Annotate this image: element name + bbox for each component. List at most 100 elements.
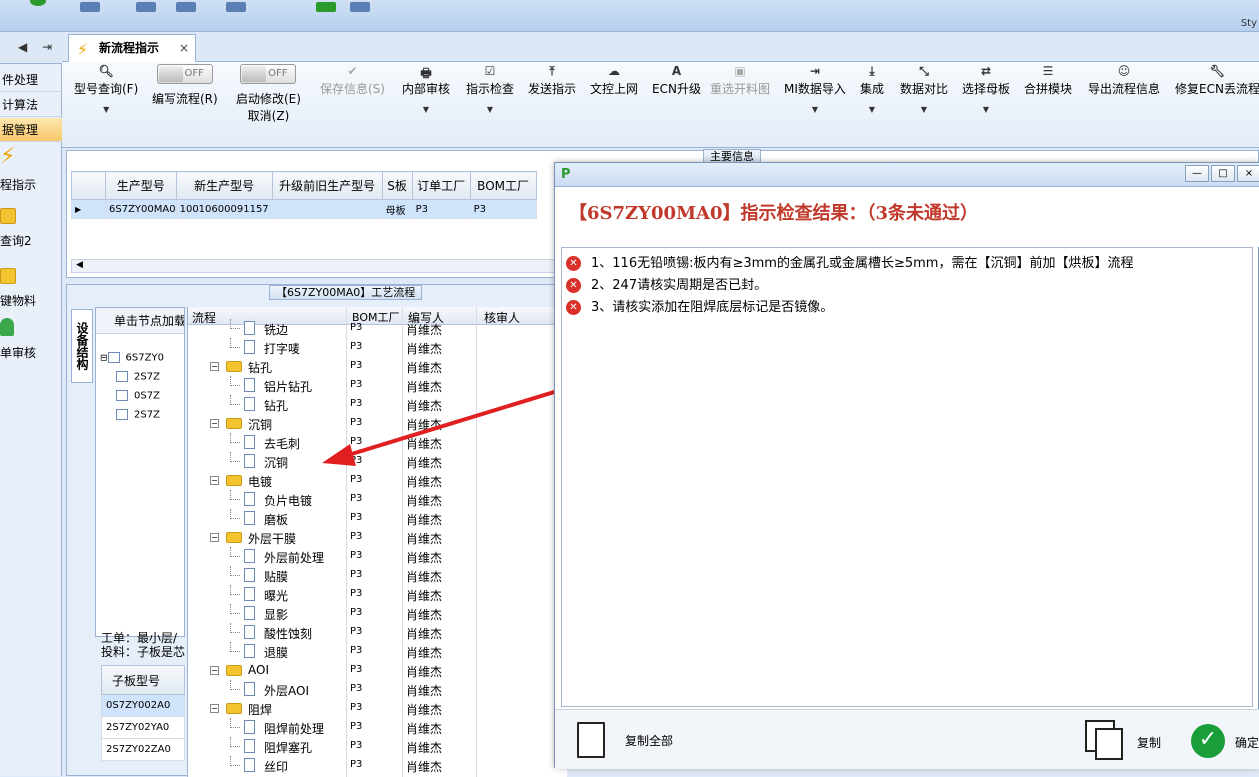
chevron-down-icon[interactable]: ▼ xyxy=(466,105,514,114)
list-item[interactable]: ✕ 2、247请核实周期是否已封。 xyxy=(566,274,767,294)
save-info-button[interactable]: ✔ 保存信息(S) xyxy=(320,64,385,97)
nav-item-query2[interactable]: 查询2 xyxy=(0,202,62,254)
column-header[interactable]: 升级前旧生产型号 xyxy=(271,171,383,200)
chevron-down-icon[interactable]: ▼ xyxy=(402,105,450,114)
table-cell[interactable]: 6S7ZY00MA0 xyxy=(105,199,177,219)
toolbar-icon[interactable] xyxy=(80,2,100,12)
nav-item-order-review[interactable]: 单审核 xyxy=(0,314,62,366)
list-item[interactable]: ✕ 1、116无铅喷锡:板内有≥3mm的金属孔或金属槽长≥5mm，需在【沉铜】前加… xyxy=(566,252,1133,272)
start-modify-toggle[interactable]: OFF 启动修改(E) 取消(Z) xyxy=(236,64,301,124)
arrow-left-icon[interactable]: ◀ xyxy=(76,260,83,270)
table-row[interactable]: 磨板 P3 肖维杰 xyxy=(188,509,567,528)
model-query-button[interactable]: 🔍︎ 型号查询(F) ▼ xyxy=(74,64,138,114)
toolbar-icon[interactable] xyxy=(176,2,196,12)
table-row[interactable]: 打字唛 P3 肖维杰 xyxy=(188,338,567,357)
expand-icon[interactable]: − xyxy=(210,704,219,713)
table-row[interactable]: − 阻焊 P3 肖维杰 xyxy=(188,699,567,718)
table-row[interactable]: − 钻孔 P3 肖维杰 xyxy=(188,357,567,376)
nav-item-file-process[interactable]: 件处理 xyxy=(0,68,62,92)
instruction-check-button[interactable]: ☑ 指示检查 ▼ xyxy=(466,64,514,114)
table-row[interactable]: 外层AOI P3 肖维杰 xyxy=(188,680,567,699)
chevron-down-icon[interactable]: ▼ xyxy=(900,105,948,114)
table-row[interactable]: 铣边 P3 肖维杰 xyxy=(188,319,567,338)
merge-module-button[interactable]: ☰ 合拼模块 xyxy=(1024,64,1072,97)
toolbar-icon[interactable] xyxy=(350,2,370,12)
data-compare-button[interactable]: ⤡ 数据对比 ▼ xyxy=(900,64,948,114)
table-cell[interactable] xyxy=(271,199,383,219)
ecn-upgrade-button[interactable]: A ECN升级 xyxy=(652,64,701,97)
chevron-down-icon[interactable]: ▼ xyxy=(962,105,1010,114)
integrate-button[interactable]: ⤓ 集成 ▼ xyxy=(860,64,884,114)
chevron-down-icon[interactable]: ▼ xyxy=(784,105,846,114)
reselect-cutting-button[interactable]: ▣ 重选开料图 xyxy=(710,64,770,97)
toolbar-icon[interactable] xyxy=(226,2,246,12)
table-row[interactable]: − AOI P3 肖维杰 xyxy=(188,661,567,680)
toolbar-icon[interactable] xyxy=(316,2,336,12)
table-cell[interactable]: P3 xyxy=(411,199,471,219)
nav-item-key-material[interactable]: 键物料 xyxy=(0,262,62,314)
chevron-down-icon[interactable]: ▼ xyxy=(74,105,138,114)
table-row[interactable]: − 外层干膜 P3 肖维杰 xyxy=(188,528,567,547)
table-cell[interactable]: 母板 xyxy=(381,199,413,219)
table-row[interactable]: − 电镀 P3 肖维杰 xyxy=(188,471,567,490)
mi-import-button[interactable]: ⇥ MI数据导入 ▼ xyxy=(784,64,846,114)
table-row[interactable]: 阻焊塞孔 P3 肖维杰 xyxy=(188,737,567,756)
toggle-switch[interactable]: OFF xyxy=(156,64,213,84)
table-row[interactable]: 外层前处理 P3 肖维杰 xyxy=(188,547,567,566)
expand-icon[interactable]: − xyxy=(210,533,219,542)
table-row[interactable]: 阻焊前处理 P3 肖维杰 xyxy=(188,718,567,737)
document-icon[interactable] xyxy=(577,722,605,758)
tree-node[interactable]: 2S7Z xyxy=(116,409,160,421)
table-row[interactable]: 钻孔 P3 肖维杰 xyxy=(188,395,567,414)
select-master-button[interactable]: ⇄ 选择母板 ▼ xyxy=(962,64,1010,114)
table-row[interactable]: 2S7ZY02YA0 xyxy=(101,717,185,739)
repair-ecn-button[interactable]: 🔧︎ 修复ECN丢流程 xyxy=(1175,64,1259,97)
expand-icon[interactable]: − xyxy=(210,362,219,371)
maximize-icon[interactable]: □ xyxy=(1211,165,1235,182)
table-row[interactable]: 铝片钻孔 P3 肖维杰 xyxy=(188,376,567,395)
cancel-label[interactable]: 取消(Z) xyxy=(236,107,301,124)
export-flow-button[interactable]: ☺ 导出流程信息 xyxy=(1088,64,1160,97)
arrow-left-icon[interactable]: ◀ xyxy=(18,40,27,54)
check-circle-icon[interactable]: ✓ xyxy=(1191,724,1225,758)
horizontal-scrollbar[interactable]: ◀ xyxy=(71,259,561,273)
nav-item-data-management[interactable]: 据管理 xyxy=(0,118,62,142)
pin-icon[interactable]: ⇥ xyxy=(42,40,52,54)
table-row[interactable]: 曝光 P3 肖维杰 xyxy=(188,585,567,604)
close-icon[interactable]: × xyxy=(179,35,189,61)
write-flow-toggle[interactable]: OFF 编写流程(R) xyxy=(152,64,218,107)
column-header[interactable]: 子板型号 xyxy=(101,665,185,695)
tab-new-flow-instruction[interactable]: ⚡ 新流程指示 × xyxy=(68,34,196,62)
table-row[interactable]: 沉铜 P3 肖维杰 xyxy=(188,452,567,471)
expand-icon[interactable]: − xyxy=(210,476,219,485)
toolbar-icon[interactable] xyxy=(136,2,156,12)
table-row[interactable]: 退膜 P3 肖维杰 xyxy=(188,642,567,661)
copy-all-button[interactable]: 复制全部 xyxy=(625,732,673,749)
internal-review-button[interactable]: 🖶 内部审核 ▼ xyxy=(402,64,450,114)
vertical-tab-equipment[interactable]: 设备结构 xyxy=(71,309,93,383)
tree-node[interactable]: 0S7Z xyxy=(116,390,160,402)
confirm-button[interactable]: 确定 xyxy=(1235,734,1259,751)
table-row[interactable]: 0S7ZY002A0 xyxy=(101,695,185,717)
table-row[interactable]: 负片电镀 P3 肖维杰 xyxy=(188,490,567,509)
table-row[interactable]: 去毛刺 P3 肖维杰 xyxy=(188,433,567,452)
tree-node-root[interactable]: ⊟ 6S7ZY0 xyxy=(100,352,164,364)
tree-node[interactable]: 2S7Z xyxy=(116,371,160,383)
table-row[interactable]: 丝印 P3 肖维杰 xyxy=(188,756,567,775)
table-row[interactable]: − 沉铜 P3 肖维杰 xyxy=(188,414,567,433)
send-instruction-button[interactable]: ⤒ 发送指示 xyxy=(528,64,576,97)
toggle-switch[interactable]: OFF xyxy=(240,64,297,84)
column-header[interactable]: BOM工厂 xyxy=(469,171,537,200)
table-cell[interactable]: 10010600091157 xyxy=(175,199,273,219)
minimize-icon[interactable]: — xyxy=(1185,165,1209,182)
table-row[interactable]: 贴膜 P3 肖维杰 xyxy=(188,566,567,585)
table-row[interactable]: 2S7ZY02ZA0 xyxy=(101,739,185,761)
table-row[interactable]: ▶ 6S7ZY00MA0 10010600091157 母板 P3 P3 xyxy=(71,199,537,219)
table-row[interactable]: 显影 P3 肖维杰 xyxy=(188,604,567,623)
expand-icon[interactable]: − xyxy=(210,419,219,428)
expand-icon[interactable]: − xyxy=(210,666,219,675)
close-icon[interactable]: × xyxy=(1237,165,1259,182)
list-item[interactable]: ✕ 3、请核实添加在阻焊底层标记是否镜像。 xyxy=(566,296,833,316)
document-upload-button[interactable]: ☁ 文控上网 xyxy=(590,64,638,97)
column-header[interactable]: 新生产型号 xyxy=(175,171,273,200)
